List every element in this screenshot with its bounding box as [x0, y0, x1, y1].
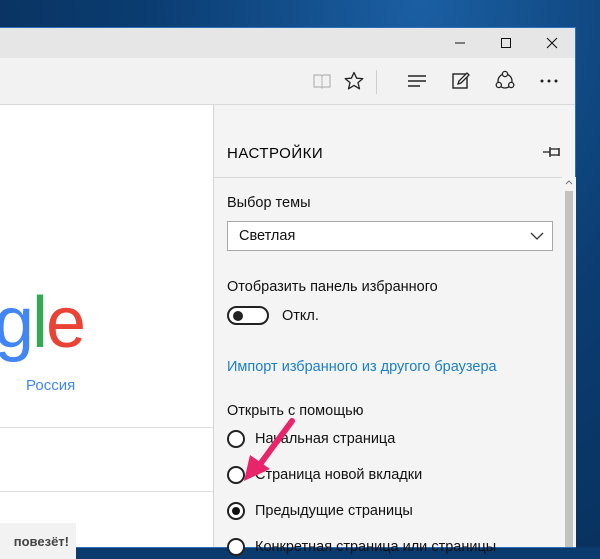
toolbar-separator [376, 70, 377, 94]
toggle-knob [233, 311, 243, 321]
maximize-button[interactable] [483, 28, 529, 58]
close-button[interactable] [529, 28, 575, 58]
radio-label: Страница новой вкладки [255, 467, 423, 483]
favorites-bar-state: Откл. [282, 308, 319, 324]
minimize-icon [455, 42, 465, 44]
open-with-label: Открыть с помощью [227, 403, 364, 419]
minimize-button[interactable] [437, 28, 483, 58]
favorites-bar-toggle[interactable] [227, 306, 269, 325]
theme-label: Выбор темы [227, 195, 311, 211]
pin-icon[interactable] [542, 144, 562, 160]
hub-icon [408, 75, 426, 87]
close-icon [546, 37, 558, 49]
settings-divider [214, 177, 562, 178]
chevron-down-icon [530, 232, 544, 240]
web-page: gle Россия повезёт! [0, 105, 213, 559]
hub-button[interactable] [402, 66, 432, 96]
google-logo: gle [0, 283, 86, 363]
lucky-button[interactable]: повезёт! [0, 523, 76, 559]
more-icon [540, 79, 558, 83]
favorites-bar-label: Отобразить панель избранного [227, 279, 438, 295]
radio-button[interactable] [227, 430, 245, 448]
favorite-button[interactable] [339, 66, 369, 96]
radio-label: Начальная страница [255, 431, 396, 447]
region-label: Россия [26, 377, 76, 394]
scroll-thumb[interactable] [565, 191, 573, 547]
reading-view-icon [313, 74, 331, 89]
browser-window: gle Россия повезёт! НАСТРОЙКИ Выбор темы… [0, 28, 576, 559]
scroll-up-icon[interactable] [565, 179, 573, 185]
maximize-icon [501, 38, 511, 48]
radio-label: Предыдущие страницы [255, 503, 413, 519]
settings-title: НАСТРОЙКИ [227, 145, 324, 162]
title-bar [0, 28, 575, 58]
web-note-button[interactable] [446, 66, 476, 96]
web-note-icon [452, 72, 470, 89]
more-button[interactable] [534, 66, 564, 96]
browser-toolbar [0, 58, 575, 105]
search-box-top-border [0, 427, 213, 428]
settings-panel: НАСТРОЙКИ Выбор темы Светлая Отобразить … [213, 105, 576, 556]
share-button[interactable] [490, 66, 520, 96]
reading-view-button[interactable] [307, 66, 337, 96]
favorite-star-icon [344, 71, 364, 90]
search-box-bottom-border [0, 491, 213, 492]
settings-scrollbar[interactable] [562, 177, 576, 547]
radio-button-checked[interactable] [227, 502, 245, 520]
import-favorites-link[interactable]: Импорт избранного из другого браузера [227, 359, 497, 375]
radio-label: Конкретная страница или страницы [255, 539, 497, 555]
radio-button[interactable] [227, 466, 245, 484]
theme-select[interactable]: Светлая [227, 221, 553, 251]
share-icon [495, 70, 515, 89]
radio-button[interactable] [227, 538, 245, 556]
theme-select-value: Светлая [239, 228, 296, 244]
